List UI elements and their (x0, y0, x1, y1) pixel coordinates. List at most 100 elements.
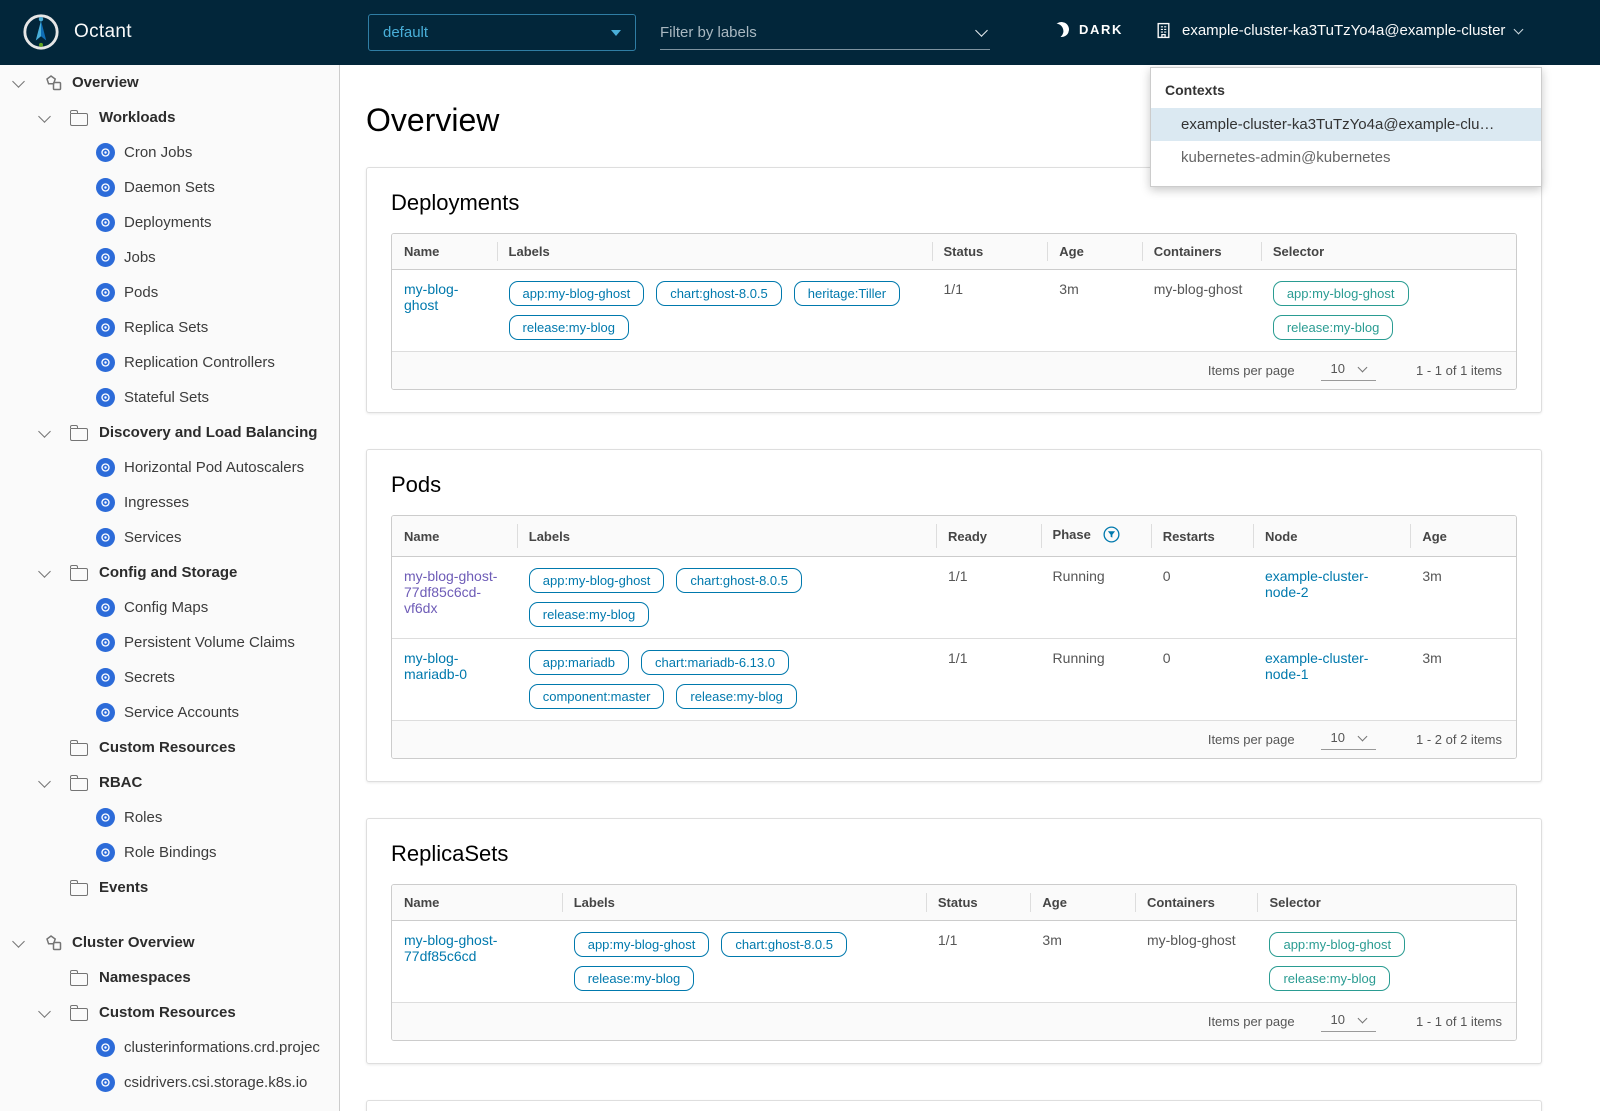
context-option[interactable]: example-cluster-ka3TuTzYo4a@example-clu… (1151, 108, 1541, 141)
sidebar-item-role-bindings[interactable]: Role Bindings (0, 835, 339, 870)
chevron-down-icon[interactable] (38, 109, 51, 123)
label-badge[interactable]: chart:ghost-8.0.5 (676, 568, 802, 593)
cell-status: 1/1 (926, 921, 1031, 1003)
column-header-age[interactable]: Age (1030, 885, 1135, 921)
card-pods: Pods Name Labels Ready Phase Restarts Node Age m… (366, 449, 1542, 782)
resource-link[interactable]: example-cluster-node-1 (1265, 650, 1368, 682)
column-header-containers[interactable]: Containers (1134, 885, 1258, 921)
sidebar-item-workloads[interactable]: Workloads (0, 100, 339, 135)
sidebar-item-label: Custom Resources (99, 1004, 236, 1021)
cell-value: 0 (1162, 650, 1171, 666)
sidebar-item-roles[interactable]: Roles (0, 800, 339, 835)
column-header-name[interactable]: Name (392, 516, 517, 557)
chevron-down-icon[interactable] (975, 23, 988, 37)
label-badges: app:my-blog-ghost chart:ghost-8.0.5 herita… (508, 281, 920, 340)
page-size-select[interactable]: 10 (1320, 360, 1377, 381)
label-badge[interactable]: release:my-blog (573, 966, 695, 991)
sidebar-item-stateful-sets[interactable]: Stateful Sets (0, 380, 339, 415)
column-header-age[interactable]: Age (1410, 516, 1516, 557)
chevron-down-icon[interactable] (38, 424, 51, 438)
sidebar-item-config-and-storage[interactable]: Config and Storage (0, 555, 339, 590)
column-header-selector[interactable]: Selector (1260, 234, 1516, 270)
column-header-labels[interactable]: Labels (516, 516, 937, 557)
sidebar-item-jobs[interactable]: Jobs (0, 240, 339, 275)
page-size-select[interactable]: 10 (1320, 729, 1377, 750)
column-header-ready[interactable]: Ready (936, 516, 1041, 557)
folder-icon (69, 739, 88, 756)
column-header-node[interactable]: Node (1252, 516, 1411, 557)
page-size-select[interactable]: 10 (1320, 1011, 1377, 1032)
chevron-down-icon[interactable] (38, 1004, 51, 1018)
column-header-labels[interactable]: Labels (496, 234, 932, 270)
label-badge[interactable]: release:my-blog (528, 602, 650, 627)
sidebar-item-custom-resources[interactable]: Custom Resources (0, 995, 339, 1030)
chevron-down-icon[interactable] (12, 74, 25, 88)
column-header-name[interactable]: Name (392, 234, 497, 270)
context-option[interactable]: kubernetes-admin@kubernetes (1151, 141, 1541, 174)
label-badge[interactable]: chart:mariadb-6.13.0 (641, 650, 789, 675)
sidebar-item-cluster-overview[interactable]: Cluster Overview (0, 925, 339, 960)
theme-toggle-button[interactable]: DARK (1048, 21, 1129, 38)
chevron-down-icon[interactable] (38, 564, 51, 578)
sidebar-item-events[interactable]: Events (0, 870, 339, 905)
context-selector[interactable]: example-cluster-ka3TuTzYo4a@example-clus… (1155, 22, 1524, 39)
sidebar-item-config-maps[interactable]: Config Maps (0, 590, 339, 625)
sidebar-item-daemon-sets[interactable]: Daemon Sets (0, 170, 339, 205)
selector-badge[interactable]: app:my-blog-ghost (1269, 932, 1406, 957)
resource-link[interactable]: my-blog-mariadb-0 (404, 650, 467, 682)
sidebar-item-services[interactable]: Services (0, 520, 339, 555)
sidebar-item-persistent-volume-claims[interactable]: Persistent Volume Claims (0, 625, 339, 660)
sidebar-item-rbac[interactable]: RBAC (0, 765, 339, 800)
resource-link[interactable]: example-cluster-node-2 (1265, 568, 1368, 600)
chevron-down-icon[interactable] (12, 934, 25, 948)
label-badge[interactable]: release:my-blog (508, 315, 630, 340)
sidebar-item-ingresses[interactable]: Ingresses (0, 485, 339, 520)
sidebar-item-csidrivers-csi-storage-k8s-io[interactable]: csidrivers.csi.storage.k8s.io (0, 1065, 339, 1100)
label-filter-input[interactable]: Filter by labels (660, 15, 990, 50)
sidebar-item-deployments[interactable]: Deployments (0, 205, 339, 240)
label-badge[interactable]: chart:ghost-8.0.5 (656, 281, 782, 306)
selector-badge[interactable]: release:my-blog (1272, 315, 1394, 340)
column-header-status[interactable]: Status (925, 885, 1031, 921)
column-header-restarts[interactable]: Restarts (1150, 516, 1253, 557)
column-header-selector[interactable]: Selector (1257, 885, 1516, 921)
namespace-selector[interactable]: default (368, 14, 636, 51)
chevron-down-icon[interactable] (38, 774, 51, 788)
sidebar-item-replication-controllers[interactable]: Replication Controllers (0, 345, 339, 380)
sidebar-item-overview[interactable]: Overview (0, 65, 339, 100)
label-badge[interactable]: chart:ghost-8.0.5 (721, 932, 847, 957)
label-badge[interactable]: app:my-blog-ghost (528, 568, 665, 593)
resource-link[interactable]: my-blog-ghost (404, 281, 458, 313)
column-header-status[interactable]: Status (931, 234, 1048, 270)
sidebar-item-clusterinformations-crd-projec[interactable]: clusterinformations.crd.projec (0, 1030, 339, 1065)
label-badge[interactable]: heritage:Tiller (793, 281, 901, 306)
column-header-containers[interactable]: Containers (1141, 234, 1261, 270)
page-size-value: 10 (1330, 361, 1346, 376)
label-badge[interactable]: component:master (528, 684, 665, 709)
column-header-labels[interactable]: Labels (561, 885, 926, 921)
column-header-age[interactable]: Age (1047, 234, 1142, 270)
label-badge[interactable]: app:my-blog-ghost (508, 281, 645, 306)
sidebar-item-discovery-and-load-balancing[interactable]: Discovery and Load Balancing (0, 415, 339, 450)
sidebar-item-cron-jobs[interactable]: Cron Jobs (0, 135, 339, 170)
sidebar-item-replica-sets[interactable]: Replica Sets (0, 310, 339, 345)
sidebar-item-custom-resources[interactable]: Custom Resources (0, 730, 339, 765)
sidebar-item-secrets[interactable]: Secrets (0, 660, 339, 695)
selector-badge[interactable]: release:my-blog (1269, 966, 1390, 991)
sidebar-item-namespaces[interactable]: Namespaces (0, 960, 339, 995)
cell-containers: my-blog-ghost (1135, 921, 1258, 1003)
column-header-phase[interactable]: Phase (1040, 516, 1151, 557)
sidebar-item-service-accounts[interactable]: Service Accounts (0, 695, 339, 730)
resource-link[interactable]: my-blog-ghost-77df85c6cd (404, 932, 497, 964)
datagrid: Name Labels Status Age Containers Selector my-… (391, 884, 1517, 1041)
label-badge[interactable]: app:mariadb (528, 650, 630, 675)
resource-link[interactable]: my-blog-ghost-77df85c6cd-vf6dx (404, 568, 497, 616)
column-header-name[interactable]: Name (392, 885, 562, 921)
filter-icon[interactable] (1103, 526, 1120, 546)
sidebar-item-horizontal-pod-autoscalers[interactable]: Horizontal Pod Autoscalers (0, 450, 339, 485)
cell-age: 3m (1030, 921, 1135, 1003)
sidebar-item-pods[interactable]: Pods (0, 275, 339, 310)
selector-badge[interactable]: app:my-blog-ghost (1272, 281, 1409, 306)
label-badge[interactable]: app:my-blog-ghost (573, 932, 710, 957)
label-badge[interactable]: release:my-blog (676, 684, 797, 709)
